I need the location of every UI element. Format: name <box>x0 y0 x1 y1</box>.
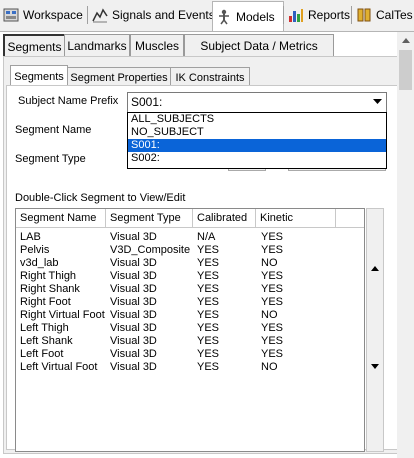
table-row[interactable]: LAB Visual 3D N/A YES <box>16 230 364 244</box>
table-cell: Visual 3D <box>110 335 157 347</box>
vertical-scrollbar[interactable] <box>397 32 414 458</box>
tab-models[interactable]: Models <box>212 1 284 31</box>
table-cell: Visual 3D <box>110 257 157 269</box>
tab-signals-and-events[interactable]: Signals and Events <box>89 2 215 28</box>
table-cell: YES <box>197 348 220 360</box>
table-cell: Visual 3D <box>110 270 157 282</box>
table-row[interactable]: Right Foot Visual 3D YES YES <box>16 295 364 309</box>
list-scroll-panel <box>366 208 384 452</box>
tab-workspace[interactable]: Workspace <box>0 2 86 28</box>
caltest-icon <box>356 7 372 23</box>
table-cell: V3D_Composite <box>110 244 191 256</box>
main-tab-strip: Workspace Signals and Events Models Repo… <box>0 0 414 31</box>
column-header-calibrated[interactable]: Calibrated <box>193 209 256 228</box>
table-cell: YES <box>261 283 284 295</box>
table-row[interactable]: v3d_lab Visual 3D YES NO <box>16 256 364 270</box>
table-cell: NO <box>261 309 278 321</box>
table-row[interactable]: Right Virtual Foot Visual 3D YES NO <box>16 308 364 322</box>
table-cell: YES <box>261 244 284 256</box>
table-cell: Visual 3D <box>110 322 157 334</box>
subject-prefix-select[interactable]: S001: <box>127 92 387 113</box>
table-cell: NO <box>261 257 278 269</box>
table-cell: Pelvis <box>20 244 50 256</box>
segment-type-label: Segment Type <box>15 153 86 165</box>
segment-name-label: Segment Name <box>15 124 92 136</box>
table-cell: N/A <box>197 231 216 243</box>
table-cell: YES <box>197 283 220 295</box>
table-row[interactable]: Left Foot Visual 3D YES YES <box>16 347 364 361</box>
table-cell: Visual 3D <box>110 309 157 321</box>
table-cell: Left Virtual Foot <box>20 361 98 373</box>
table-cell: YES <box>197 296 220 308</box>
subject-prefix-label: Subject Name Prefix <box>18 95 119 107</box>
table-cell: YES <box>197 309 220 321</box>
reports-icon <box>288 7 304 23</box>
table-cell: YES <box>197 361 220 373</box>
subject-prefix-dropdown[interactable]: ALL_SUBJECTS NO_SUBJECT S001: S002: <box>127 112 387 169</box>
table-cell: YES <box>197 322 220 334</box>
table-cell: YES <box>197 257 220 269</box>
table-cell: Left Foot <box>20 348 64 360</box>
table-cell: LAB <box>20 231 41 243</box>
table-row[interactable]: Left Shank Visual 3D YES YES <box>16 334 364 348</box>
table-cell: YES <box>197 270 220 282</box>
column-header-filler <box>336 209 364 228</box>
column-header-segment-type[interactable]: Segment Type <box>106 209 193 228</box>
dropdown-option-selected[interactable]: S001: <box>128 139 386 152</box>
scroll-up-icon[interactable] <box>398 32 413 48</box>
tab-reports[interactable]: Reports <box>285 2 350 28</box>
table-cell: YES <box>197 335 220 347</box>
table-cell: YES <box>261 231 284 243</box>
table-row[interactable]: Right Shank Visual 3D YES YES <box>16 282 364 296</box>
table-cell: YES <box>261 335 284 347</box>
table-cell: Right Shank <box>20 283 80 295</box>
arrow-down-icon[interactable] <box>368 359 382 373</box>
models-icon <box>216 9 232 25</box>
table-cell: YES <box>197 244 220 256</box>
subtab-muscles[interactable]: Muscles <box>130 34 184 57</box>
column-header-segment-name[interactable]: Segment Name <box>16 209 106 228</box>
table-row[interactable]: Left Virtual Foot Visual 3D YES NO <box>16 360 364 374</box>
table-cell: YES <box>261 322 284 334</box>
table-cell: Visual 3D <box>110 361 157 373</box>
subject-prefix-value: S001: <box>131 95 163 109</box>
table-cell: YES <box>261 270 284 282</box>
table-row[interactable]: Pelvis V3D_Composite YES YES <box>16 243 364 257</box>
table-cell: Visual 3D <box>110 348 157 360</box>
table-cell: YES <box>261 296 284 308</box>
subtab-subject-data-metrics[interactable]: Subject Data / Metrics <box>184 34 334 57</box>
table-cell: Visual 3D <box>110 283 157 295</box>
column-header-kinetic[interactable]: Kinetic <box>256 209 336 228</box>
arrow-up-icon[interactable] <box>368 261 382 275</box>
table-cell: Right Thigh <box>20 270 77 282</box>
workspace-icon <box>3 7 19 23</box>
dropdown-option[interactable]: ALL_SUBJECTS <box>128 113 386 126</box>
table-cell: NO <box>261 361 278 373</box>
signals-icon <box>92 7 108 23</box>
list-title: Double-Click Segment to View/Edit <box>15 192 186 204</box>
segment-list[interactable]: Segment Name Segment Type Calibrated Kin… <box>15 208 365 452</box>
table-cell: YES <box>261 348 284 360</box>
dropdown-option[interactable]: S002: <box>128 152 386 165</box>
table-cell: Left Shank <box>20 335 73 347</box>
chevron-down-icon[interactable] <box>369 94 385 110</box>
table-cell: Visual 3D <box>110 296 157 308</box>
scrollbar-thumb[interactable] <box>399 50 412 90</box>
table-cell: Left Thigh <box>20 322 69 334</box>
dropdown-option[interactable]: NO_SUBJECT <box>128 126 386 139</box>
tab-caltest[interactable]: CalTes <box>353 2 414 28</box>
table-row[interactable]: Left Thigh Visual 3D YES YES <box>16 321 364 335</box>
subtab-landmarks[interactable]: Landmarks <box>64 34 130 57</box>
table-cell: v3d_lab <box>20 257 59 269</box>
table-cell: Right Foot <box>20 296 71 308</box>
table-row[interactable]: Right Thigh Visual 3D YES YES <box>16 269 364 283</box>
table-cell: Right Virtual Foot <box>20 309 105 321</box>
table-cell: Visual 3D <box>110 231 157 243</box>
